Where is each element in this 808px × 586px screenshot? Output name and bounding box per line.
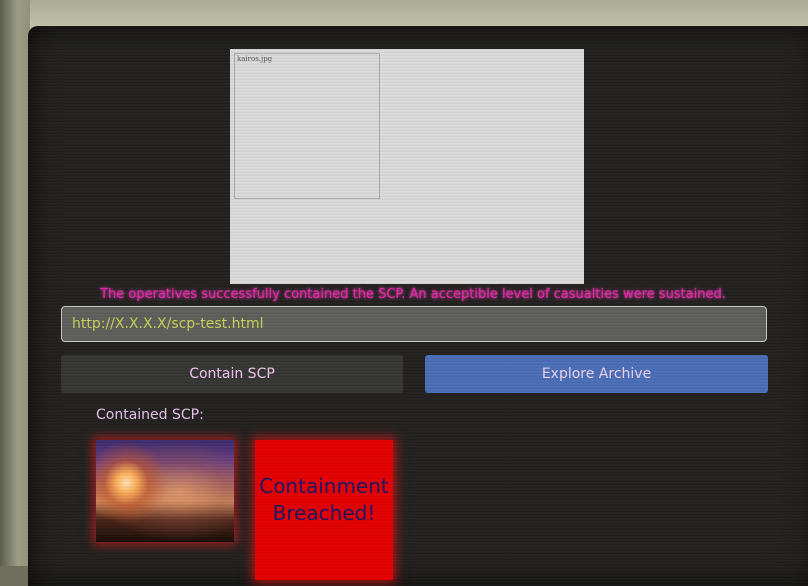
monitor-screen: kairos.jpg The operatives successfully c… [28, 26, 808, 586]
containment-breached-text: Containment Breached! [259, 473, 389, 527]
url-input[interactable] [61, 306, 767, 342]
contained-scp-label: Contained SCP: [96, 407, 204, 423]
breach-line-2: Breached! [272, 501, 376, 525]
containment-breached-card[interactable]: Containment Breached! [255, 440, 393, 580]
broken-image-placeholder: kairos.jpg [234, 53, 380, 199]
monitor-bezel-left [0, 0, 30, 566]
status-message: The operatives successfully contained th… [100, 287, 726, 302]
breach-line-1: Containment [259, 474, 389, 498]
contained-scp-thumbnail[interactable] [96, 440, 234, 542]
contain-scp-button[interactable]: Contain SCP [61, 355, 403, 393]
explore-archive-button[interactable]: Explore Archive [425, 355, 768, 393]
broken-image-alt-text: kairos.jpg [237, 55, 273, 63]
preview-frame: kairos.jpg [230, 49, 584, 284]
